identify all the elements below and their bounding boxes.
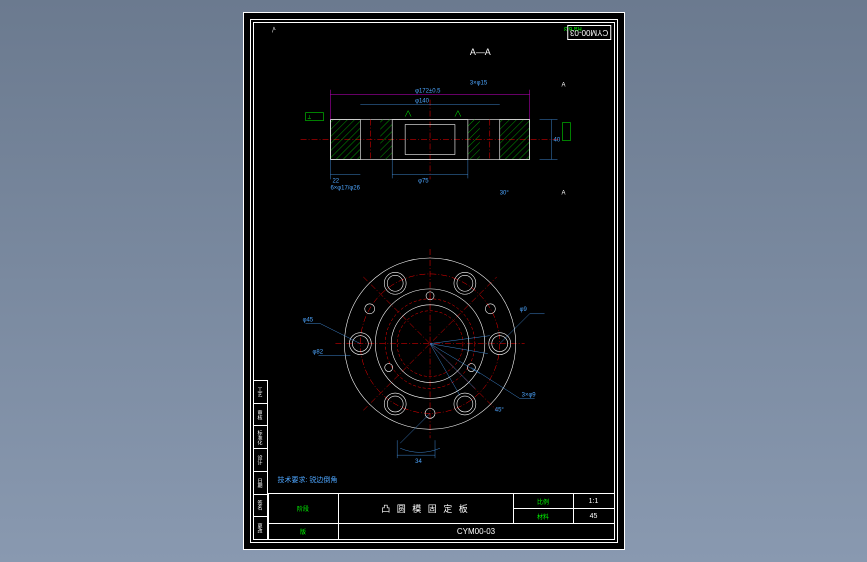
drawing-title: 凸 圆 模 固 定 板 (339, 494, 514, 524)
svg-text:30°: 30° (499, 190, 509, 196)
svg-text:φ45: φ45 (302, 318, 313, 324)
section-label: A—A (469, 47, 490, 57)
svg-text:φ9: φ9 (519, 307, 527, 313)
svg-text:3×φ15: 3×φ15 (469, 81, 487, 87)
svg-text:22: 22 (332, 178, 339, 184)
stage-cell: 阶段 (269, 494, 339, 524)
tech-note: 技术要求: 锐边倒角 (278, 475, 338, 485)
left-cell: 日期 (254, 472, 267, 495)
svg-text:45°: 45° (494, 407, 504, 413)
ra-mark: Ra 6.3 (564, 25, 582, 31)
material-value: 45 (574, 509, 614, 524)
svg-text:φ140: φ140 (415, 99, 430, 105)
left-cell: 审核 (254, 404, 267, 427)
svg-text:6×φ17/φ26: 6×φ17/φ26 (330, 185, 360, 191)
left-cell: 更改 (254, 517, 267, 540)
left-cell: 设计 (254, 449, 267, 472)
svg-text:φ75: φ75 (418, 178, 429, 184)
left-cell: 签名 (254, 495, 267, 518)
scale-label: 比例 (514, 494, 574, 509)
svg-text:34: 34 (415, 459, 422, 465)
svg-text:A: A (561, 83, 565, 89)
sheet-canvas: CYM00-03 √ (243, 12, 625, 550)
scale-value: 1:1 (574, 494, 614, 509)
material-label: 材料 (514, 509, 574, 524)
left-cell: 标准化 (254, 426, 267, 449)
drawing-area: φ172±0.5 φ140 φ75 40 22 3×φ15 6×φ17/φ26 … (268, 25, 612, 493)
svg-text:φ82: φ82 (312, 350, 323, 356)
left-revision-column: 工艺 审核 标准化 设计 日期 签名 更改 (253, 380, 268, 540)
left-cell: 工艺 (254, 381, 267, 404)
svg-text:⟂: ⟂ (307, 115, 311, 121)
section-view: φ172±0.5 φ140 φ75 40 22 3×φ15 6×φ17/φ26 … (300, 81, 570, 197)
svg-text:40: 40 (553, 138, 560, 144)
sheet-code: CYM00-03 (339, 524, 614, 539)
rev-label: 版 (269, 524, 339, 539)
plan-view: φ45 φ9 3×φ9 45° 34 φ82 (302, 249, 544, 465)
svg-text:A: A (561, 190, 565, 196)
svg-text:3×φ9: 3×φ9 (521, 392, 536, 398)
title-block: 阶段 凸 圆 模 固 定 板 比例 1:1 材料 45 版 CYM00-03 (268, 493, 615, 540)
svg-text:φ172±0.5: φ172±0.5 (415, 89, 441, 95)
